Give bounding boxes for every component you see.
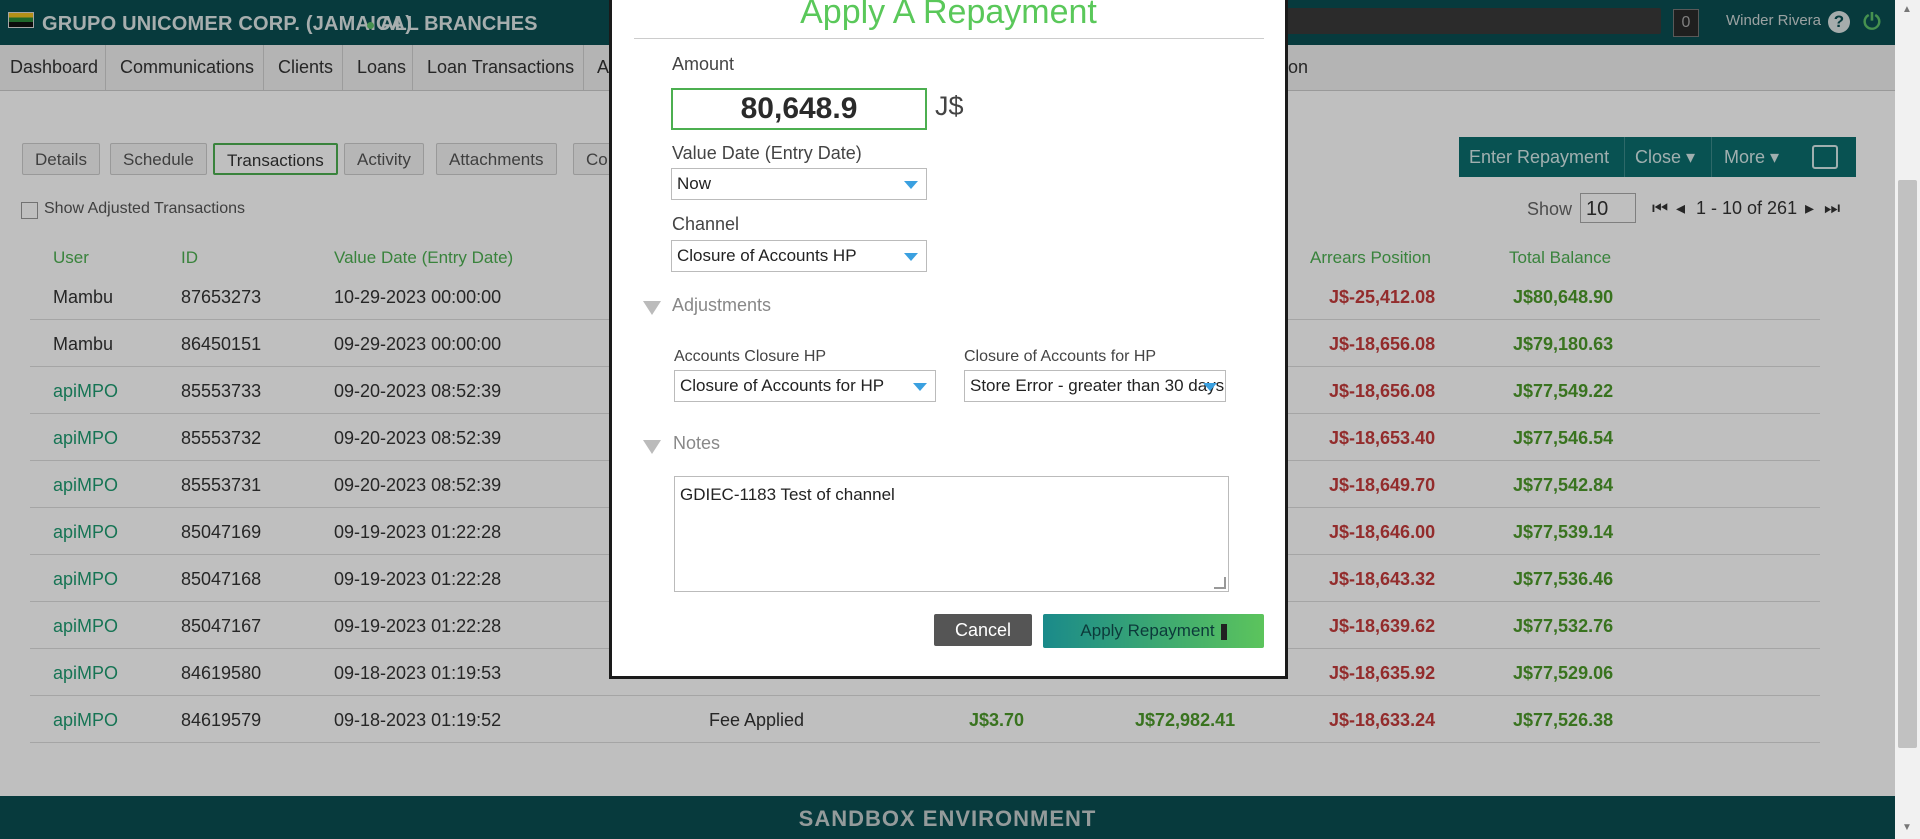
scroll-down-icon[interactable]: ▼	[1902, 822, 1912, 833]
adjustments-toggle-icon[interactable]	[643, 301, 661, 315]
text-cursor-icon	[1220, 623, 1227, 640]
accounts-closure-value: Closure of Accounts for HP	[680, 376, 885, 395]
channel-value: Closure of Accounts HP	[677, 246, 857, 265]
dropdown-arrow-icon	[904, 181, 918, 189]
value-date-value: Now	[677, 174, 712, 193]
adjustments-section-toggle[interactable]: Adjustments	[672, 295, 771, 316]
closure-reason-value: Store Error - greater than 30 days	[970, 376, 1225, 395]
closure-reason-select[interactable]: Store Error - greater than 30 days	[964, 370, 1226, 402]
notes-textarea[interactable]: GDIEC-1183 Test of channel	[674, 476, 1229, 592]
page-scrollbar[interactable]: ▲ ▼	[1895, 0, 1920, 839]
title-divider	[634, 38, 1264, 39]
currency-label: J$	[935, 91, 964, 121]
channel-label: Channel	[672, 214, 740, 234]
channel-select[interactable]: Closure of Accounts HP	[671, 240, 927, 272]
accounts-closure-select[interactable]: Closure of Accounts for HP	[674, 370, 936, 402]
value-date-label: Value Date (Entry Date)	[672, 143, 862, 163]
cancel-button[interactable]: Cancel	[934, 614, 1032, 646]
apply-repayment-button[interactable]: Apply Repayment	[1043, 614, 1264, 648]
resize-handle-icon[interactable]	[1214, 577, 1226, 589]
closure-reason-label: Closure of Accounts for HP	[964, 348, 1157, 365]
dropdown-arrow-icon	[1203, 383, 1217, 391]
dialog-title: Apply A Repayment	[800, 0, 1097, 31]
scrollbar-thumb[interactable]	[1898, 180, 1917, 748]
notes-section-toggle[interactable]: Notes	[673, 433, 720, 454]
amount-label: Amount	[672, 54, 735, 74]
apply-repayment-dialog: Apply A Repayment Amount 80,648.9 J$ Val…	[609, 0, 1288, 679]
scroll-up-icon[interactable]: ▲	[1902, 4, 1912, 15]
accounts-closure-label: Accounts Closure HP	[674, 348, 827, 365]
apply-repayment-label: Apply Repayment	[1080, 621, 1215, 640]
dropdown-arrow-icon	[913, 383, 927, 391]
notes-text: GDIEC-1183 Test of channel	[680, 485, 895, 504]
amount-input[interactable]: 80,648.9	[671, 88, 927, 130]
notes-toggle-icon[interactable]	[643, 440, 661, 454]
value-date-select[interactable]: Now	[671, 168, 927, 200]
dropdown-arrow-icon	[904, 253, 918, 261]
